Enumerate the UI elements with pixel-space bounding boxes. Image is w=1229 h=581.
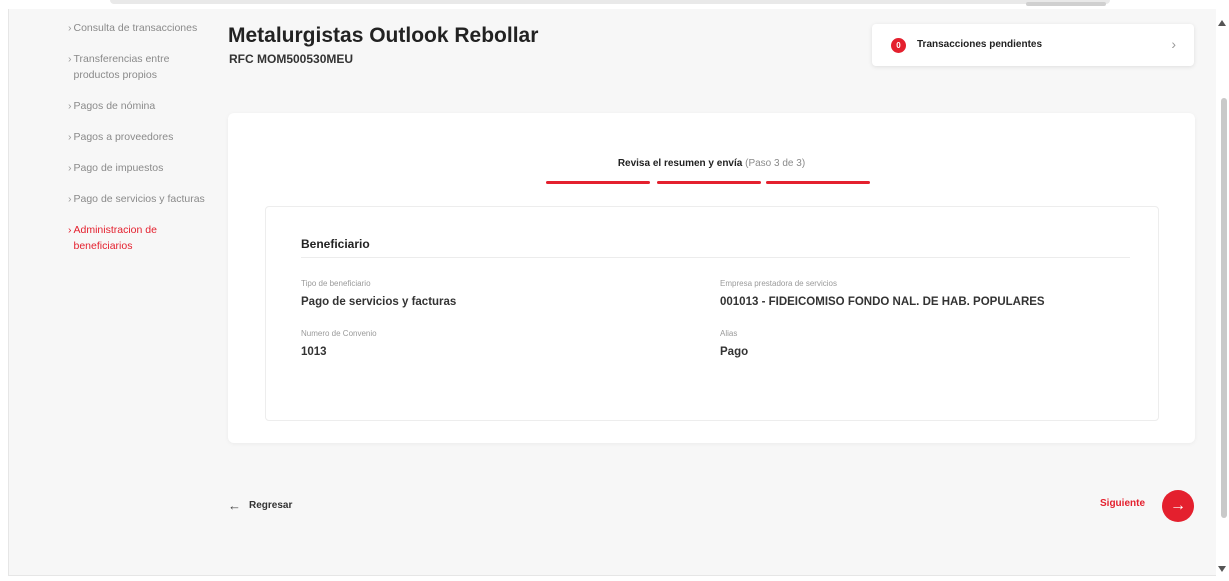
arrow-left-icon: ← xyxy=(228,498,241,513)
arrow-right-icon: → xyxy=(1170,497,1186,514)
company-name: Metalurgistas Outlook Rebollar xyxy=(228,24,539,47)
next-button[interactable]: → xyxy=(1162,490,1194,522)
sidebar-item-label: Pago de impuestos xyxy=(73,162,164,174)
top-shadow xyxy=(110,0,1110,4)
pending-transactions-card[interactable]: 0 Transacciones pendientes › xyxy=(872,24,1194,66)
sidebar-item-label: Pagos de nómina xyxy=(73,100,156,112)
pending-label: Transacciones pendientes xyxy=(917,39,1043,50)
tipo-beneficiario-label: Tipo de beneficiario xyxy=(301,279,371,288)
section-title: Beneficiario xyxy=(301,237,370,251)
alias-value: Pago xyxy=(720,346,749,358)
company-rfc: RFC MOM500530MEU xyxy=(229,52,354,66)
sidebar-item-pago-impuestos[interactable]: › Pago de impuestos xyxy=(68,160,228,176)
sidebar-chevron-icon: › xyxy=(68,53,72,65)
pending-count-badge: 0 xyxy=(891,38,906,53)
chevron-right-icon: › xyxy=(1171,36,1176,52)
sidebar-chevron-icon: › xyxy=(68,100,72,112)
sidebar: › Consulta de transacciones › Transferen… xyxy=(68,20,228,269)
next-label[interactable]: Siguiente xyxy=(1100,498,1145,509)
alias-label: Alias xyxy=(720,329,738,338)
sidebar-chevron-icon: › xyxy=(68,193,72,205)
scrollbar-thumb[interactable] xyxy=(1221,98,1227,518)
back-button[interactable]: ← Regresar xyxy=(228,498,292,513)
sidebar-item-label: Consulta de transacciones xyxy=(73,22,198,34)
sidebar-item-pagos-proveedores[interactable]: › Pagos a proveedores xyxy=(68,129,228,145)
top-pill xyxy=(1026,2,1106,6)
beneficiary-details: Beneficiario Tipo de beneficiario Pago d… xyxy=(265,206,1159,421)
empresa-value: 001013 - FIDEICOMISO FONDO NAL. DE HAB. … xyxy=(720,296,1045,308)
step-bar-1 xyxy=(546,181,650,184)
step-indicator-text: Revisa el resumen y envía (Paso 3 de 3) xyxy=(228,158,1195,169)
browser-top-strip xyxy=(0,0,1229,8)
sidebar-item-administracion-beneficiarios[interactable]: › Administracion de beneficiarios xyxy=(68,222,228,254)
step-bar-3 xyxy=(766,181,870,184)
sidebar-chevron-icon: › xyxy=(68,162,72,174)
empresa-label: Empresa prestadora de servicios xyxy=(720,279,837,288)
sidebar-chevron-icon: › xyxy=(68,131,72,143)
back-label: Regresar xyxy=(249,500,293,511)
sidebar-item-label: Pago de servicios y facturas xyxy=(73,193,205,205)
section-divider xyxy=(301,257,1130,258)
convenio-label: Numero de Convenio xyxy=(301,329,377,338)
sidebar-chevron-icon: › xyxy=(68,22,72,34)
sidebar-item-label: Transferencias entre productos propios xyxy=(73,53,170,81)
step-bar-2 xyxy=(657,181,761,184)
sidebar-item-label: Administracion de beneficiarios xyxy=(73,224,157,252)
step-count: (Paso 3 de 3) xyxy=(745,158,806,169)
convenio-value: 1013 xyxy=(301,346,327,358)
tipo-beneficiario-value: Pago de servicios y facturas xyxy=(301,296,457,308)
sidebar-chevron-icon: › xyxy=(68,224,72,236)
sidebar-item-consulta-transacciones[interactable]: › Consulta de transacciones xyxy=(68,20,228,36)
scroll-down-icon[interactable] xyxy=(1217,564,1227,574)
sidebar-item-transferencias[interactable]: › Transferencias entre productos propios xyxy=(68,51,228,83)
summary-card: Revisa el resumen y envía (Paso 3 de 3) … xyxy=(228,113,1195,443)
scroll-up-icon[interactable] xyxy=(1217,18,1227,28)
sidebar-item-pagos-nomina[interactable]: › Pagos de nómina xyxy=(68,98,228,114)
sidebar-item-pago-servicios[interactable]: › Pago de servicios y facturas xyxy=(68,191,228,207)
step-title: Revisa el resumen y envía xyxy=(617,158,743,169)
sidebar-item-label: Pagos a proveedores xyxy=(73,131,174,143)
